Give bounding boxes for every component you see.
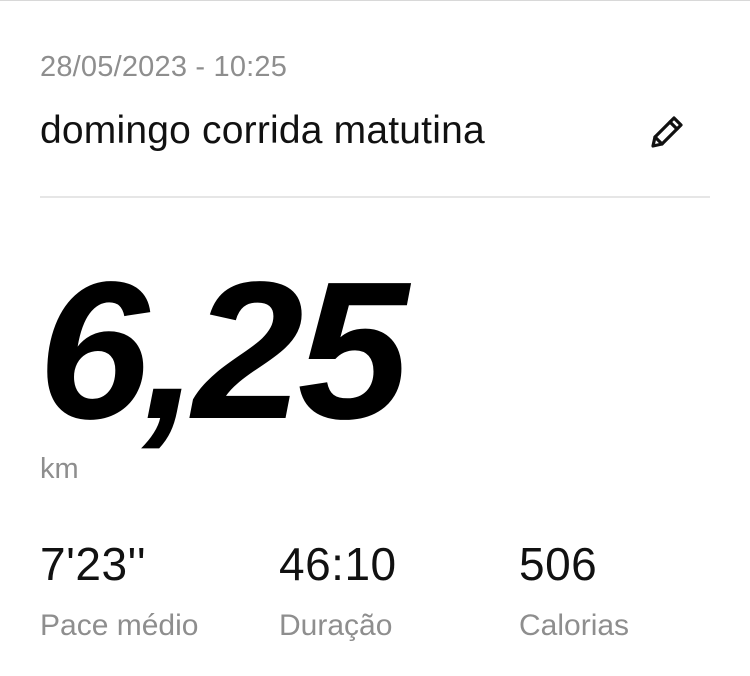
pencil-icon [651,116,683,148]
header-divider [40,196,710,198]
stat-calories-value: 506 [519,538,598,590]
stat-pace-label: Pace médio [40,609,199,642]
activity-datetime: 28/05/2023 - 10:25 [40,51,288,83]
stat-calories: 506 Calorias [519,541,629,641]
edit-title-button[interactable] [640,107,692,159]
distance-unit: km [40,453,79,485]
activity-title: domingo corrida matutina [40,109,485,152]
stat-pace: 7'23'' Pace médio [40,541,198,641]
stat-duration-value: 46:10 [279,538,397,590]
stat-pace-value: 7'23'' [40,538,147,590]
stat-duration-label: Duração [279,609,393,642]
distance-value: 6,25 [38,241,409,460]
stat-duration: 46:10 Duração [279,541,397,641]
activity-detail-screen: 28/05/2023 - 10:25 domingo corrida matut… [0,0,750,676]
stat-calories-label: Calorias [519,609,630,642]
